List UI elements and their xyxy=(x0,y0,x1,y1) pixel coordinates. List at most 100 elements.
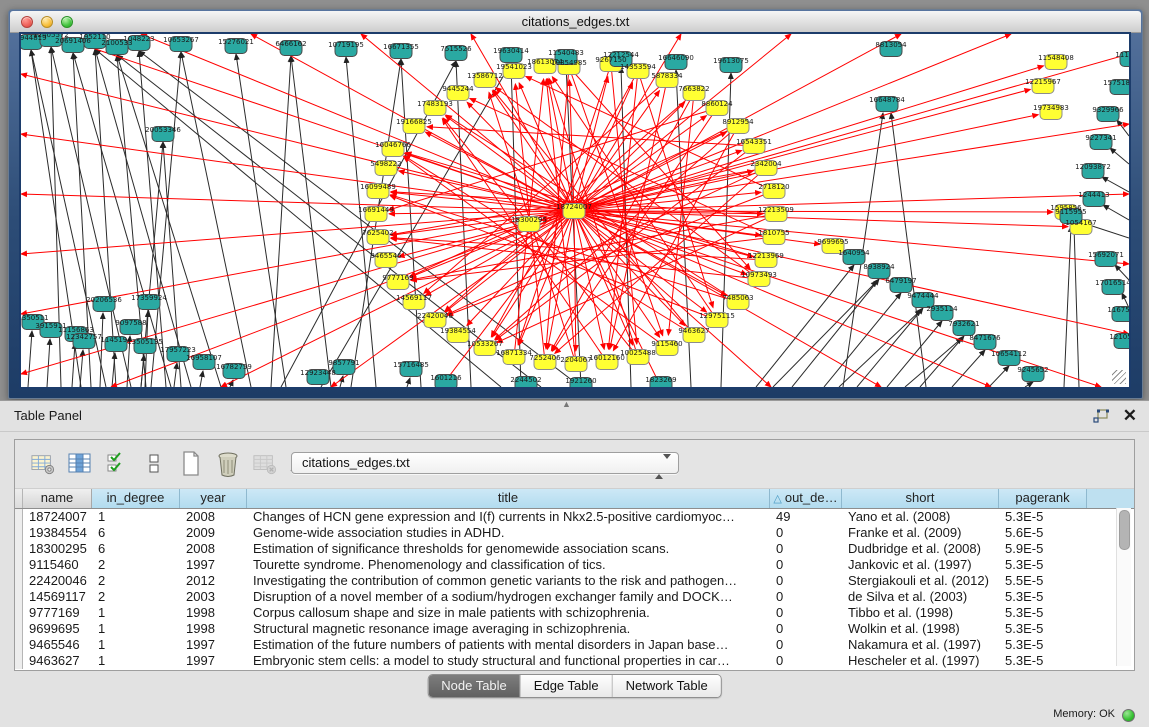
table-cell[interactable]: 0 xyxy=(770,541,842,557)
tab-network-table[interactable]: Network Table xyxy=(613,675,721,697)
table-cell[interactable]: 5.3E-5 xyxy=(999,637,1087,653)
table-cell[interactable]: Franke et al. (2009) xyxy=(842,525,999,541)
graph-edge[interactable] xyxy=(1115,265,1129,280)
table-select-dropdown[interactable]: citations_edges.txt xyxy=(291,452,679,474)
row-height-icon[interactable] xyxy=(140,450,168,478)
graph-edge[interactable] xyxy=(291,56,331,387)
table-cell[interactable]: 5.3E-5 xyxy=(999,509,1087,525)
table-cell[interactable]: Disruption of a novel member of a sodium… xyxy=(247,589,770,605)
graph-edge[interactable] xyxy=(574,115,1038,211)
table-cell[interactable]: Changes of HCN gene expression and I(f) … xyxy=(247,509,770,525)
delete-table-icon[interactable] xyxy=(251,450,279,478)
table-cell[interactable]: 5.3E-5 xyxy=(999,557,1087,573)
graph-edge[interactable] xyxy=(51,34,574,211)
table-cell[interactable]: 2003 xyxy=(180,589,247,605)
table-cell[interactable]: 5.3E-5 xyxy=(999,605,1087,621)
table-cell[interactable]: 1997 xyxy=(180,653,247,669)
table-cell[interactable]: Tibbo et al. (1998) xyxy=(842,605,999,621)
column-header-name[interactable]: name xyxy=(23,489,92,508)
graph-edge[interactable] xyxy=(271,56,291,387)
resize-grip[interactable] xyxy=(1112,370,1126,384)
table-cell[interactable]: Nakamura et al. (1997) xyxy=(842,637,999,653)
table-cell[interactable]: Structural magnetic resonance image aver… xyxy=(247,621,770,637)
table-row[interactable]: 911546021997Tourette syndrome. Phenomeno… xyxy=(15,557,1134,573)
table-cell[interactable]: 0 xyxy=(770,557,842,573)
table-cell[interactable]: Corpus callosum shape and size in male p… xyxy=(247,605,770,621)
graph-edge[interactable] xyxy=(839,310,921,387)
graph-edge[interactable] xyxy=(200,371,203,387)
table-cell[interactable]: Jankovic et al. (1997) xyxy=(842,557,999,573)
table-cell[interactable]: de Silva et al. (2003) xyxy=(842,589,999,605)
window-titlebar[interactable]: citations_edges.txt xyxy=(10,11,1141,33)
graph-edge[interactable] xyxy=(1117,120,1129,136)
table-cell[interactable]: 2 xyxy=(92,589,180,605)
table-cell[interactable]: 0 xyxy=(770,573,842,589)
table-settings-icon[interactable] xyxy=(29,450,57,478)
table-cell[interactable]: 2008 xyxy=(180,509,247,525)
table-cell[interactable]: 1 xyxy=(92,621,180,637)
column-header-short[interactable]: short xyxy=(842,489,999,508)
table-cell[interactable]: 0 xyxy=(770,621,842,637)
new-file-icon[interactable] xyxy=(177,450,205,478)
table-cell[interactable]: 0 xyxy=(770,525,842,541)
column-header-out_de[interactable]: △out_de… xyxy=(770,489,842,508)
graph-edge[interactable] xyxy=(141,355,144,387)
column-header-title[interactable]: title xyxy=(247,489,770,508)
table-cell[interactable]: 18300295 xyxy=(23,541,92,557)
table-cell[interactable]: 0 xyxy=(770,589,842,605)
table-cell[interactable]: 1998 xyxy=(180,621,247,637)
table-cell[interactable]: Investigating the contribution of common… xyxy=(247,573,770,589)
table-cell[interactable]: 9777169 xyxy=(23,605,92,621)
table-cell[interactable]: 1 xyxy=(92,653,180,669)
column-header-pagerank[interactable]: pagerank xyxy=(999,489,1087,508)
table-cell[interactable]: 5.3E-5 xyxy=(999,653,1087,669)
graph-edge[interactable] xyxy=(351,59,401,387)
memory-status-icon[interactable] xyxy=(1122,709,1135,722)
graph-edge[interactable] xyxy=(569,67,750,269)
table-cell[interactable]: 9115460 xyxy=(23,557,92,573)
table-cell[interactable]: 2009 xyxy=(180,525,247,541)
table-cell[interactable]: Hescheler et al. (1997) xyxy=(842,653,999,669)
table-cell[interactable]: Yano et al. (2008) xyxy=(842,509,999,525)
graph-edge[interactable] xyxy=(1110,148,1129,164)
table-cell[interactable]: Tourette syndrome. Phenomenology and cla… xyxy=(247,557,770,573)
table-row[interactable]: 1830029562008Estimation of significance … xyxy=(15,541,1134,557)
table-cell[interactable]: 2 xyxy=(92,557,180,573)
graph-edge[interactable] xyxy=(117,55,541,387)
tab-edge-table[interactable]: Edge Table xyxy=(521,675,613,697)
graph-edge[interactable] xyxy=(321,63,511,387)
table-cell[interactable]: 1997 xyxy=(180,637,247,653)
table-cell[interactable]: 19384554 xyxy=(23,525,92,541)
network-canvas[interactable]: 1985498592671501435359458783347663822886… xyxy=(19,32,1131,389)
graph-edge[interactable] xyxy=(574,211,633,345)
table-cell[interactable]: 14569117 xyxy=(23,589,92,605)
table-cell[interactable]: 1 xyxy=(92,637,180,653)
table-cell[interactable]: 2008 xyxy=(180,541,247,557)
table-cell[interactable]: 5.5E-5 xyxy=(999,573,1087,589)
graph-edge[interactable] xyxy=(952,350,985,387)
graph-edge[interactable] xyxy=(1064,226,1071,387)
table-row[interactable]: 969969511998Structural magnetic resonanc… xyxy=(15,621,1134,637)
table-cell[interactable]: 1997 xyxy=(180,557,247,573)
table-cell[interactable]: 5.3E-5 xyxy=(999,621,1087,637)
table-row[interactable]: 1872400712008Changes of HCN gene express… xyxy=(15,509,1134,525)
float-panel-icon[interactable] xyxy=(1093,407,1109,425)
graph-edge[interactable] xyxy=(792,279,879,387)
table-cell[interactable]: 0 xyxy=(770,637,842,653)
table-cell[interactable]: Dudbridge et al. (2008) xyxy=(842,541,999,557)
close-window-icon[interactable] xyxy=(21,16,33,28)
table-cell[interactable]: 6 xyxy=(92,525,180,541)
table-row[interactable]: 2242004622012Investigating the contribut… xyxy=(15,573,1134,589)
minimize-window-icon[interactable] xyxy=(41,16,53,28)
zoom-window-icon[interactable] xyxy=(61,16,73,28)
panel-divider-grip[interactable]: ▲ xyxy=(562,399,571,409)
column-select-icon[interactable] xyxy=(66,450,94,478)
table-cell[interactable]: 0 xyxy=(770,653,842,669)
table-cell[interactable]: 5.3E-5 xyxy=(999,589,1087,605)
tab-node-table[interactable]: Node Table xyxy=(428,675,521,697)
table-cell[interactable]: 1 xyxy=(92,605,180,621)
graph-edge[interactable] xyxy=(574,150,742,211)
graph-edge[interactable] xyxy=(181,52,251,387)
table-row[interactable]: 1938455462009Genome-wide association stu… xyxy=(15,525,1134,541)
table-cell[interactable]: Estimation of the future numbers of pati… xyxy=(247,637,770,653)
